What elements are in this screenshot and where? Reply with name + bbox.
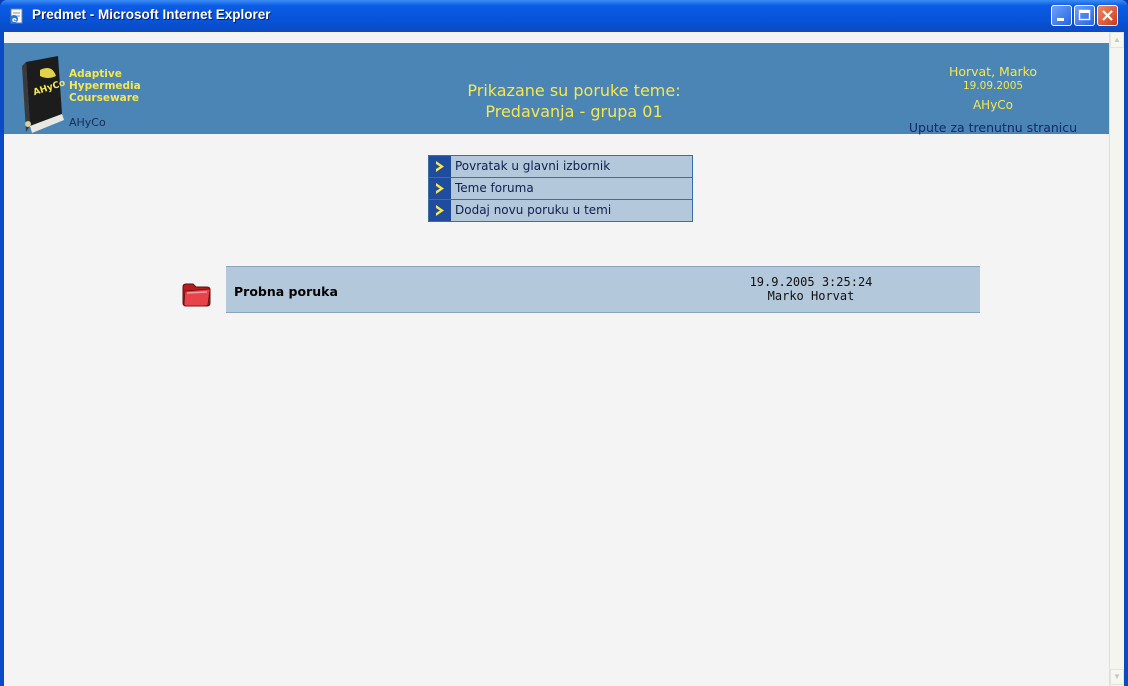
app-name: AHyCo xyxy=(972,98,1014,112)
menu-item-label: Povratak u glavni izbornik xyxy=(455,159,611,173)
logo-text: Adaptive Hypermedia Courseware xyxy=(69,68,141,104)
chevron-right-icon xyxy=(429,156,451,177)
logo-line-2: Hypermedia xyxy=(69,80,141,92)
action-menu: Povratak u glavni izbornik Teme foruma D… xyxy=(428,155,693,222)
current-date: 19.09.2005 xyxy=(962,80,1024,92)
logo-line-3: Courseware xyxy=(69,92,140,104)
user-name: Horvat, Marko xyxy=(948,64,1038,79)
close-button[interactable] xyxy=(1097,5,1118,26)
help-link[interactable]: Upute za trenutnu stranicu xyxy=(884,120,1102,135)
menu-item-add-message[interactable]: Dodaj novu poruku u temi xyxy=(429,199,692,221)
page-title-line-2: Predavanja - grupa 01 xyxy=(485,102,663,121)
window-title: Predmet - Microsoft Internet Explorer xyxy=(32,7,271,22)
scroll-up-arrow-icon[interactable]: ▲ xyxy=(1110,32,1124,48)
page-title-line-1: Prikazane su poruke teme: xyxy=(467,81,681,100)
page-header: AHyCo Adaptive Hypermedia Courseware AHy… xyxy=(4,43,1109,135)
scroll-down-arrow-icon[interactable]: ▼ xyxy=(1110,669,1124,685)
book-logo-icon: AHyCo xyxy=(22,56,67,133)
menu-item-label: Dodaj novu poruku u temi xyxy=(455,203,612,217)
ie-window: e Predmet - Microsoft Internet Explorer … xyxy=(0,0,1128,686)
maximize-button[interactable] xyxy=(1074,5,1095,26)
logo-short-name: AHyCo xyxy=(69,116,106,129)
svg-text:e: e xyxy=(12,16,17,24)
menu-item-label: Teme foruma xyxy=(455,181,534,195)
logo-line-1: Adaptive xyxy=(69,68,122,80)
vertical-scrollbar[interactable]: ▲ ▼ xyxy=(1109,32,1124,686)
message-row[interactable]: Probna poruka 19.9.2005 3:25:24 Marko Ho… xyxy=(226,266,980,313)
maximize-icon xyxy=(1078,9,1091,21)
title-bar[interactable]: e Predmet - Microsoft Internet Explorer xyxy=(0,0,1128,32)
minimize-icon xyxy=(1057,18,1064,21)
ie-page-icon: e xyxy=(10,8,23,24)
page-content: AHyCo Adaptive Hypermedia Courseware AHy… xyxy=(4,32,1109,686)
menu-item-forum-topics[interactable]: Teme foruma xyxy=(429,177,692,199)
message-meta: 19.9.2005 3:25:24 Marko Horvat xyxy=(706,275,916,303)
message-author: Marko Horvat xyxy=(767,289,855,303)
message-title[interactable]: Probna poruka xyxy=(234,284,338,299)
page-title: Prikazane su poruke teme: Predavanja - g… xyxy=(364,80,784,122)
folder-icon[interactable] xyxy=(180,280,212,308)
menu-item-back-to-main[interactable]: Povratak u glavni izbornik xyxy=(429,156,692,177)
window-frame-right xyxy=(1124,32,1128,686)
message-datetime: 19.9.2005 3:25:24 xyxy=(749,275,873,289)
close-icon xyxy=(1102,10,1113,21)
minimize-button[interactable] xyxy=(1051,5,1072,26)
chevron-right-icon xyxy=(429,200,451,221)
chevron-right-icon xyxy=(429,178,451,199)
